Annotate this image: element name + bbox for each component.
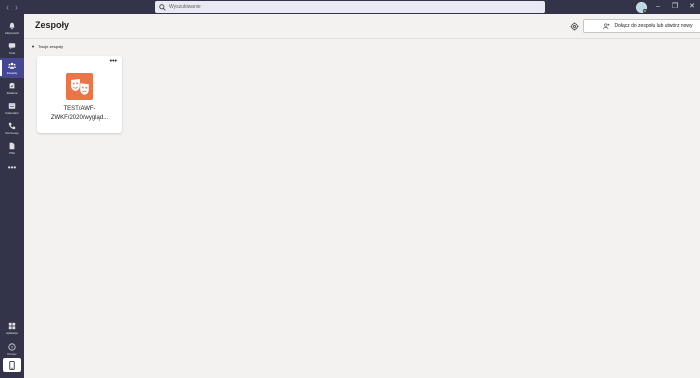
rail-item-help[interactable]: ? Pomoc (0, 339, 24, 359)
team-card[interactable]: ••• TEST/AWF-ZWKF/2020/wygląd... (37, 56, 122, 133)
rail-item-chat[interactable]: Czat (0, 38, 24, 58)
gear-icon[interactable] (570, 22, 579, 31)
nav-arrows: ‹ › (6, 1, 18, 13)
search-placeholder: Wyszukiwanie (169, 4, 201, 10)
assignments-icon (9, 82, 15, 88)
join-or-create-team-button[interactable]: Dołącz do zespołu lub utwórz nowy (583, 19, 700, 33)
page-title: Zespoły (35, 20, 70, 30)
help-icon: ? (8, 342, 16, 350)
rail-item-apps[interactable]: Aplikacje (0, 318, 24, 338)
rail-label: Aktywność (4, 30, 20, 35)
file-icon (9, 142, 15, 149)
join-button-label: Dołącz do zespołu lub utwórz nowy (614, 23, 693, 29)
back-icon[interactable]: ‹ (6, 1, 9, 13)
rail-label: Zespoły (6, 70, 18, 75)
page-header: Zespoły Dołącz do zespołu lub utwórz now… (24, 14, 700, 39)
people-add-icon (603, 23, 611, 29)
rail-item-more[interactable]: ••• (0, 158, 24, 178)
more-options-icon[interactable]: ••• (110, 58, 117, 66)
title-bar: ‹ › Wyszukiwanie – ❐ ✕ (0, 0, 700, 14)
mobile-icon (9, 360, 15, 370)
phone-icon (8, 122, 16, 129)
team-name: TEST/AWF-ZWKF/2020/wygląd... (50, 106, 109, 121)
avatar[interactable] (636, 2, 647, 13)
rail-item-assignments[interactable]: Zadania (0, 78, 24, 98)
search-input[interactable]: Wyszukiwanie (155, 1, 545, 13)
restore-button[interactable]: ❐ (669, 1, 681, 13)
rail-item-activity[interactable]: Aktywność (0, 18, 24, 38)
bell-icon (9, 22, 15, 29)
apps-icon (8, 321, 16, 329)
caret-down-icon: ▼ (31, 44, 35, 49)
app-rail: Aktywność Czat Zespoły Zadania Kalendarz… (0, 14, 24, 378)
rail-label: Zadania (6, 90, 18, 95)
rail-label: Pliki (9, 150, 15, 155)
rail-label: Pomoc (7, 351, 17, 356)
your-teams-section[interactable]: ▼ Twoje zespoły (31, 44, 63, 49)
forward-icon[interactable]: › (15, 1, 18, 13)
calendar-icon (8, 102, 16, 109)
svg-text:?: ? (11, 344, 14, 350)
team-avatar (66, 73, 93, 100)
teams-icon (8, 62, 16, 69)
mobile-app-button[interactable] (3, 358, 21, 372)
search-icon (159, 3, 166, 11)
more-icon: ••• (7, 163, 17, 172)
section-label: Twoje zespoły (37, 44, 64, 49)
rail-item-calendar[interactable]: Kalendarz (0, 98, 24, 118)
rail-label: Aplikacje (5, 330, 18, 335)
rail-label: Czat (8, 50, 16, 55)
close-button[interactable]: ✕ (686, 1, 698, 13)
theater-masks-icon (70, 78, 89, 95)
rail-item-calls[interactable]: Rozmowy (0, 118, 24, 138)
rail-item-teams[interactable]: Zespoły (0, 58, 24, 78)
chat-icon (8, 42, 16, 49)
rail-item-files[interactable]: Pliki (0, 138, 24, 158)
rail-label: Kalendarz (5, 110, 19, 115)
minimize-button[interactable]: – (652, 1, 664, 13)
status-dot (643, 9, 647, 13)
rail-label: Rozmowy (5, 130, 19, 135)
